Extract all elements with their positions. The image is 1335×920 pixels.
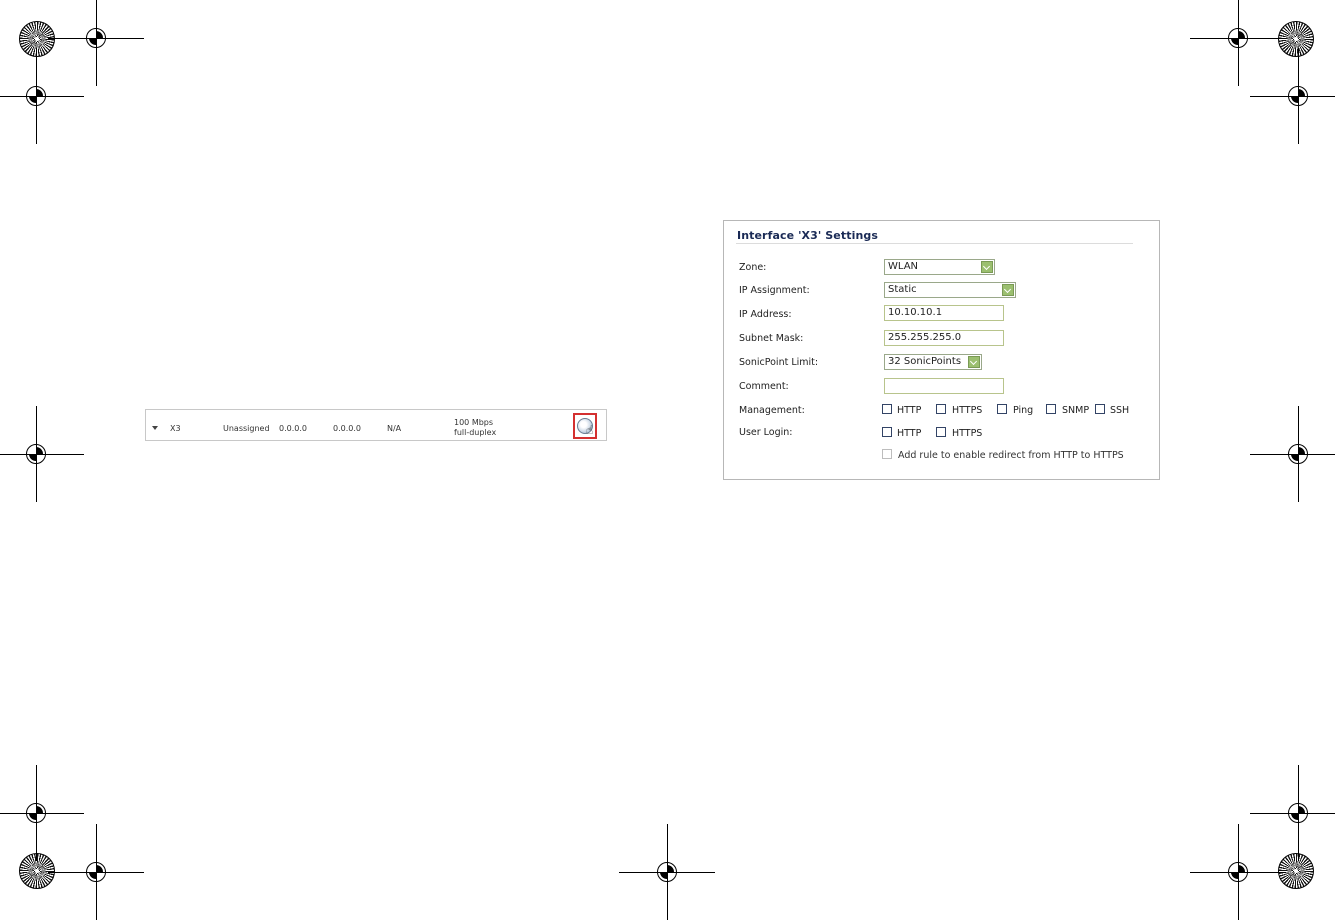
redirect-rule-checkbox[interactable] (882, 449, 892, 459)
interface-subnet: 0.0.0.0 (333, 424, 361, 433)
management-ssh-label: SSH (1110, 405, 1130, 416)
duplex-line: full-duplex (454, 428, 497, 437)
sonicpoint-limit-select[interactable]: 32 SonicPoints (884, 354, 982, 370)
interface-table-row[interactable]: X3 Unassigned 0.0.0.0 0.0.0.0 N/A 100 Mb… (145, 409, 607, 441)
user-login-http-checkbox[interactable] (882, 427, 892, 437)
management-http-label: HTTP (897, 405, 922, 416)
zone-label: Zone: (739, 262, 767, 273)
registration-starburst (1278, 21, 1314, 57)
user-login-label: User Login: (739, 427, 793, 438)
registration-starburst (19, 853, 55, 889)
interface-ip-mgmt: N/A (387, 424, 402, 433)
title-divider (736, 243, 1133, 244)
ip-address-input[interactable]: 10.10.10.1 (884, 305, 1004, 321)
zone-select[interactable]: WLAN (884, 259, 995, 275)
interface-name: X3 (170, 424, 181, 433)
sonicpoint-limit-label: SonicPoint Limit: (739, 357, 819, 368)
chevron-down-icon[interactable] (1002, 284, 1014, 296)
interface-zone: Unassigned (223, 424, 270, 433)
zone-value: WLAN (888, 261, 919, 272)
user-login-https-checkbox[interactable] (936, 427, 946, 437)
chevron-down-icon[interactable] (968, 356, 980, 368)
interface-ip: 0.0.0.0 (279, 424, 307, 433)
management-snmp-label: SNMP (1062, 405, 1090, 416)
management-snmp-checkbox[interactable] (1046, 404, 1056, 414)
chevron-down-icon[interactable] (981, 261, 993, 273)
subnet-mask-input[interactable]: 255.255.255.0 (884, 330, 1004, 346)
management-http-checkbox[interactable] (882, 404, 892, 414)
registration-starburst (19, 21, 55, 57)
comment-input[interactable] (884, 378, 1004, 394)
ip-assignment-value: Static (888, 284, 917, 295)
registration-starburst (1278, 853, 1314, 889)
hand-cursor-icon: ☝ (586, 423, 594, 437)
speed-line: 100 Mbps (454, 418, 494, 427)
management-ping-label: Ping (1013, 405, 1034, 416)
sonicpoint-limit-value: 32 SonicPoints (888, 356, 962, 367)
dialog-title: Interface 'X3' Settings (737, 229, 879, 242)
management-https-checkbox[interactable] (936, 404, 946, 414)
ip-address-label: IP Address: (739, 309, 792, 320)
interface-link-speed: 100 Mbps full-duplex (454, 418, 496, 438)
interface-settings-dialog: Interface 'X3' Settings Zone: WLAN IP As… (723, 220, 1160, 480)
redirect-rule-label: Add rule to enable redirect from HTTP to… (898, 450, 1124, 461)
management-https-label: HTTPS (952, 405, 983, 416)
management-ping-checkbox[interactable] (997, 404, 1007, 414)
user-login-https-label: HTTPS (952, 428, 983, 439)
comment-label: Comment: (739, 381, 789, 392)
ip-assignment-label: IP Assignment: (739, 285, 810, 296)
management-label: Management: (739, 405, 805, 416)
management-ssh-checkbox[interactable] (1095, 404, 1105, 414)
subnet-mask-label: Subnet Mask: (739, 333, 804, 344)
ip-assignment-select[interactable]: Static (884, 282, 1016, 298)
expand-arrow-icon[interactable] (152, 426, 158, 430)
user-login-http-label: HTTP (897, 428, 922, 439)
